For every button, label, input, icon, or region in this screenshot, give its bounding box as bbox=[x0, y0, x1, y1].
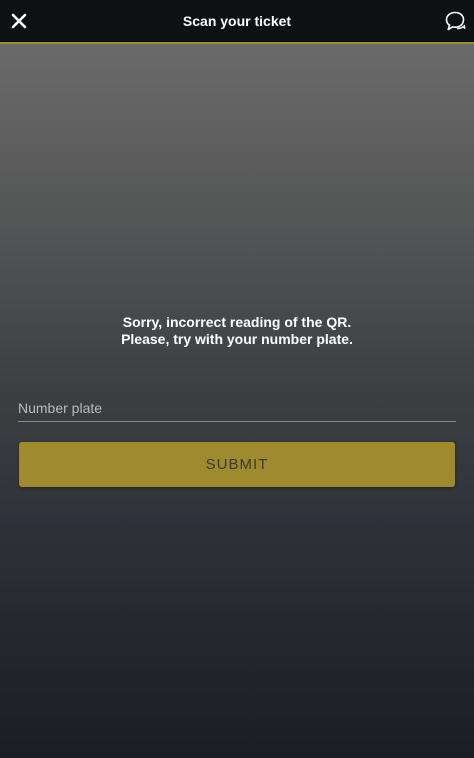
error-message-line1: Sorry, incorrect reading of the QR. bbox=[122, 314, 352, 330]
chat-icon bbox=[445, 11, 466, 31]
chat-button[interactable] bbox=[443, 9, 467, 33]
number-plate-input[interactable] bbox=[18, 386, 456, 421]
page-title: Scan your ticket bbox=[182, 13, 292, 29]
error-message-line2: Please, try with your number plate. bbox=[121, 331, 353, 347]
main-content: Sorry, incorrect reading of the QR. Plea… bbox=[0, 44, 474, 758]
error-message: Sorry, incorrect reading of the QR. Plea… bbox=[0, 314, 474, 348]
number-plate-field bbox=[18, 386, 456, 422]
top-bar: Scan your ticket bbox=[0, 0, 474, 44]
submit-button[interactable]: SUBMIT bbox=[19, 442, 455, 487]
